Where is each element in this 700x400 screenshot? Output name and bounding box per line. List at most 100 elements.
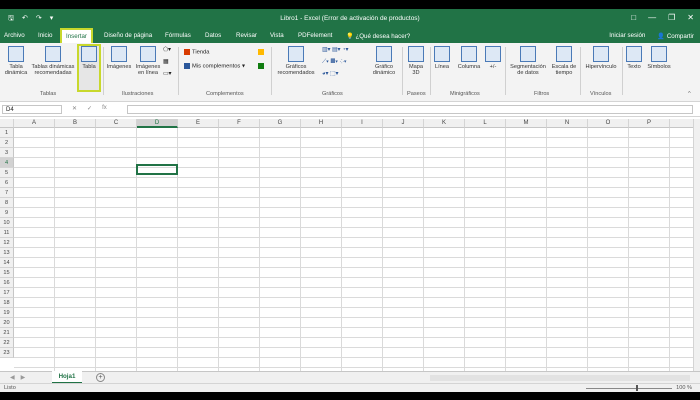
zoom-slider[interactable] (586, 388, 672, 389)
tab-inicio[interactable]: Inicio (38, 32, 52, 39)
recommended-pivot-button[interactable]: Tablas dinámicas recomendadas (30, 46, 76, 77)
slicer-button[interactable]: Segmentación de datos (507, 46, 549, 77)
shapes-icon[interactable]: ⬠▾ (163, 47, 171, 53)
cells-area[interactable] (14, 128, 693, 371)
vertical-scrollbar[interactable] (693, 119, 700, 371)
my-addins-button[interactable]: Mis complementos ▾ (184, 63, 245, 70)
row-header-23[interactable]: 23 (0, 348, 14, 358)
row-header-12[interactable]: 12 (0, 238, 14, 248)
tab-archivo[interactable]: Archivo (4, 32, 25, 39)
row-header-10[interactable]: 10 (0, 218, 14, 228)
tab-pdfelement[interactable]: PDFelement (298, 32, 332, 39)
table-button[interactable]: Tabla (77, 44, 101, 92)
column-header-a[interactable]: A (14, 119, 55, 128)
tab-formulas[interactable]: Fórmulas (165, 32, 191, 39)
ribbon-display-icon[interactable]: □ (631, 13, 636, 22)
screenshot-icon[interactable]: ▭▾ (163, 71, 171, 77)
close-icon[interactable]: ✕ (687, 13, 694, 22)
row-header-7[interactable]: 7 (0, 188, 14, 198)
next-sheet-icon[interactable]: ▶ (21, 374, 26, 381)
horizontal-scrollbar[interactable] (430, 375, 690, 381)
tab-insertar[interactable]: Insertar (60, 28, 93, 45)
pivot-chart-button[interactable]: Gráfico dinámico (370, 46, 398, 77)
row-header-8[interactable]: 8 (0, 198, 14, 208)
share-button[interactable]: 👤 Compartir (657, 32, 694, 40)
row-header-16[interactable]: 16 (0, 278, 14, 288)
cancel-icon[interactable]: ✕ (72, 105, 77, 112)
row-header-6[interactable]: 6 (0, 178, 14, 188)
column-header-i[interactable]: I (342, 119, 383, 128)
column-header-p[interactable]: P (629, 119, 670, 128)
add-sheet-icon[interactable]: + (96, 373, 105, 382)
row-header-3[interactable]: 3 (0, 148, 14, 158)
insert-function-icon[interactable]: fx (102, 105, 107, 112)
pictures-button[interactable]: Imágenes (105, 46, 133, 70)
text-button[interactable]: Texto (624, 46, 644, 70)
active-cell-d4[interactable] (136, 164, 178, 175)
column-header-d[interactable]: D (137, 119, 178, 128)
recommended-charts-button[interactable]: Gráficos recomendados (274, 46, 318, 77)
3d-map-button[interactable]: Mapa 3D (405, 46, 427, 77)
row-header-5[interactable]: 5 (0, 168, 14, 178)
bing-maps-icon[interactable] (258, 49, 266, 56)
row-header-11[interactable]: 11 (0, 228, 14, 238)
line-chart-icon[interactable]: ⟋▾ ▦▾ ⁘▾ (322, 59, 347, 66)
store-button[interactable]: Tienda (184, 49, 210, 56)
zoom-slider-knob[interactable] (636, 385, 638, 391)
tab-vista[interactable]: Vista (270, 32, 284, 39)
maximize-icon[interactable]: ❐ (668, 13, 675, 22)
formula-input[interactable] (127, 105, 693, 114)
row-header-18[interactable]: 18 (0, 298, 14, 308)
row-header-19[interactable]: 19 (0, 308, 14, 318)
tab-revisar[interactable]: Revisar (236, 32, 257, 39)
column-header-m[interactable]: M (506, 119, 547, 128)
column-header-f[interactable]: F (219, 119, 260, 128)
online-pictures-button[interactable]: Imágenes en línea (134, 46, 162, 77)
column-header-l[interactable]: L (465, 119, 506, 128)
tell-me-search[interactable]: 💡 ¿Qué desea hacer? (346, 32, 410, 40)
row-header-13[interactable]: 13 (0, 248, 14, 258)
column-header-o[interactable]: O (588, 119, 629, 128)
enter-icon[interactable]: ✓ (87, 105, 92, 112)
hyperlink-button[interactable]: Hipervínculo (582, 46, 620, 70)
name-box[interactable]: D4 (2, 105, 62, 114)
row-header-22[interactable]: 22 (0, 338, 14, 348)
smartart-icon[interactable]: ▦ (163, 59, 168, 65)
sparkline-column-button[interactable]: Columna (455, 46, 483, 70)
row-header-4[interactable]: 4 (0, 158, 14, 168)
ribbon-insertar: Tabla dinámica Tablas dinámicas recomend… (0, 43, 700, 102)
row-header-21[interactable]: 21 (0, 328, 14, 338)
timeline-button[interactable]: Escala de tiempo (550, 46, 578, 77)
people-graph-icon[interactable] (258, 63, 266, 70)
zoom-level[interactable]: 100 % (676, 385, 692, 391)
column-header-h[interactable]: H (301, 119, 342, 128)
sparkline-winloss-button[interactable]: +/- (484, 46, 502, 70)
column-header-g[interactable]: G (260, 119, 301, 128)
pie-chart-icon[interactable]: ◕▾ ⬚▾ (322, 71, 338, 77)
sparkline-line-button[interactable]: Línea (432, 46, 452, 70)
row-header-15[interactable]: 15 (0, 268, 14, 278)
minimize-icon[interactable]: — (648, 13, 656, 22)
column-chart-icon[interactable]: ▥▾ ▤▾ ◔▾ (322, 47, 348, 53)
row-header-14[interactable]: 14 (0, 258, 14, 268)
sign-in-link[interactable]: Iniciar sesión (609, 32, 645, 40)
row-header-1[interactable]: 1 (0, 128, 14, 138)
row-header-9[interactable]: 9 (0, 208, 14, 218)
row-header-17[interactable]: 17 (0, 288, 14, 298)
row-header-20[interactable]: 20 (0, 318, 14, 328)
column-header-n[interactable]: N (547, 119, 588, 128)
pivot-table-button[interactable]: Tabla dinámica (3, 46, 29, 77)
column-header-e[interactable]: E (178, 119, 219, 128)
column-header-j[interactable]: J (383, 119, 424, 128)
column-header-k[interactable]: K (424, 119, 465, 128)
tab-datos[interactable]: Datos (205, 32, 221, 39)
prev-sheet-icon[interactable]: ◀ (10, 374, 15, 381)
collapse-ribbon-icon[interactable]: ^ (688, 91, 691, 97)
column-header-b[interactable]: B (55, 119, 96, 128)
column-header-c[interactable]: C (96, 119, 137, 128)
text-box-icon (626, 46, 642, 62)
row-header-2[interactable]: 2 (0, 138, 14, 148)
tab-diseno-pagina[interactable]: Diseño de página (104, 32, 152, 39)
select-all-corner[interactable] (0, 119, 14, 128)
symbols-button[interactable]: Símbolos (645, 46, 673, 70)
